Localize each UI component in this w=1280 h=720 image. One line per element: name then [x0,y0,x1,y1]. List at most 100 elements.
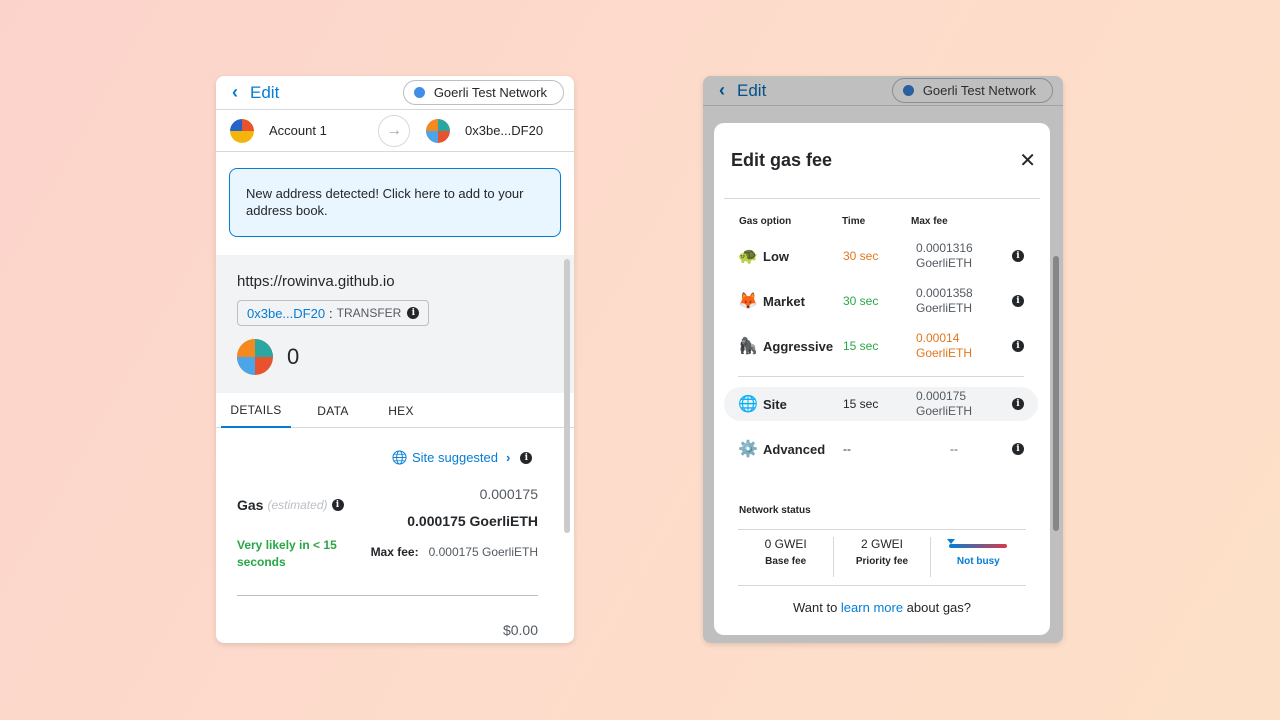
option-name: Advanced [763,441,826,457]
details-tabs: DETAILS DATA HEX [216,393,574,428]
globe-icon: 🌐 [738,396,758,413]
busy-pointer-icon [947,539,956,544]
fox-icon: 🦊 [738,293,758,310]
recipient-account[interactable]: 0x3be...DF20 [426,118,544,143]
learn-more-link[interactable]: learn more [841,600,903,615]
gas-title: Gas [237,497,264,513]
tab-data[interactable]: DATA [291,393,375,428]
gas-label: Gas (estimated) i [237,497,344,513]
scrollbar [1053,256,1059,531]
option-time: 30 sec [843,249,879,263]
info-icon[interactable]: i [1012,443,1024,455]
total-fiat: $0.00 [502,622,538,638]
banner-text: New address detected! Click here to add … [246,186,524,218]
info-icon[interactable]: i [1012,295,1024,307]
globe-icon [392,450,407,465]
tab-hex[interactable]: HEX [375,393,427,428]
turtle-icon: 🐢 [738,248,758,265]
info-icon[interactable]: i [1012,250,1024,262]
chevron-left-icon: ‹ [232,82,238,102]
tab-details[interactable]: DETAILS [221,393,291,428]
option-fee: -- [950,441,958,456]
divider [237,595,538,596]
gas-option-aggressive[interactable]: 🦍 Aggressive 15 sec 0.00014 GoerliETH i [724,329,1038,363]
token-identicon-icon [237,339,273,375]
method-address-link[interactable]: 0x3be...DF20 [247,306,325,321]
gas-estimated: (estimated) [267,498,328,512]
divider [724,198,1040,199]
option-fee: 0.0001316 GoerliETH [916,241,973,270]
busy-label: Not busy [956,556,1000,567]
gas-value-bold: 0.000175 GoerliETH [407,513,538,529]
edit-label: Edit [250,82,280,102]
gorilla-icon: 🦍 [738,338,758,355]
gas-option-market[interactable]: 🦊 Market 30 sec 0.0001358 GoerliETH i [724,284,1038,318]
sender-account[interactable]: Account 1 [230,118,327,143]
divider [738,585,1026,586]
option-fee: 0.0001358 GoerliETH [916,286,973,315]
option-time: -- [843,442,851,456]
chevron-right-icon: › [506,450,511,465]
gas-option-advanced[interactable]: ⚙️ Advanced -- -- i [724,432,1038,466]
max-fee: Max fee: 0.000175 GoerliETH [371,545,538,559]
sender-recipient-row: Account 1 → 0x3be...DF20 [216,110,574,152]
busy-gradient-bar [947,539,1008,548]
recipient-identicon-icon [426,118,450,143]
gas-value: 0.000175 [479,486,538,502]
info-icon[interactable]: i [1012,340,1024,352]
close-icon[interactable]: ✕ [1019,148,1036,173]
priority-fee-value: 2 GWEI [860,537,903,551]
base-fee-value: 0 GWEI [764,537,807,551]
option-name: Market [763,293,805,309]
column-gas-option: Gas option [739,216,792,227]
edit-back-button[interactable]: ‹ Edit [719,80,766,101]
arrow-right-icon: → [378,115,410,147]
recipient-address: 0x3be...DF20 [465,123,544,138]
info-icon[interactable]: i [331,499,344,511]
header-dimmed: ‹ Edit Goerli Test Network [703,76,1063,106]
gear-icon: ⚙️ [738,441,758,458]
priority-fee-label: Priority fee [855,556,909,567]
method-badge: 0x3be...DF20 : TRANSFER i [237,300,430,326]
info-icon[interactable]: i [1012,398,1024,410]
busy-indicator: Not busy [931,537,1026,577]
max-fee-value: 0.000175 GoerliETH [428,545,538,559]
gas-option-site[interactable]: 🌐 Site 15 sec 0.000175 GoerliETH i [724,387,1038,421]
option-fee: 0.000175 GoerliETH [916,389,973,418]
info-icon[interactable]: i [407,307,420,319]
option-name: Site [763,396,787,412]
edit-label: Edit [737,80,767,100]
network-name: Goerli Test Network [922,83,1036,98]
method-separator: : [329,305,333,321]
option-time: 30 sec [843,294,879,308]
gas-likely-text: Very likely in < 15 seconds [237,538,337,569]
option-name: Low [763,248,789,264]
new-address-banner[interactable]: New address detected! Click here to add … [229,168,561,237]
network-selector[interactable]: Goerli Test Network [891,78,1053,103]
gas-option-low[interactable]: 🐢 Low 30 sec 0.0001316 GoerliETH i [724,239,1038,273]
site-suggested-button[interactable]: Site suggested › i [392,450,533,465]
edit-gas-fee-modal: Edit gas fee ✕ Gas option Time Max fee 🐢… [714,123,1050,635]
learn-more-text: Want to learn more about gas? [792,600,972,615]
max-fee-label: Max fee: [370,545,419,559]
transaction-summary: https://rowinva.github.io 0x3be...DF20 :… [216,255,574,393]
divider [738,529,1026,530]
divider [738,376,1024,377]
account-identicon-icon [230,118,254,143]
network-dot-icon [902,85,914,96]
info-icon[interactable]: i [520,451,533,464]
scrollbar[interactable] [564,259,570,533]
network-dot-icon [413,87,425,98]
option-time: 15 sec [843,397,879,411]
edit-gas-panel: ‹ Edit Goerli Test Network Edit gas fee … [703,76,1063,643]
method-name: TRANSFER [336,306,402,320]
option-time: 15 sec [843,339,879,353]
modal-title: Edit gas fee [731,150,833,170]
amount-value: 0 [287,344,300,369]
network-name: Goerli Test Network [433,85,547,100]
option-name: Aggressive [763,338,834,354]
priority-fee: 2 GWEI Priority fee [833,537,931,577]
column-time: Time [842,216,866,227]
edit-back-button[interactable]: ‹ Edit [232,82,279,103]
network-selector[interactable]: Goerli Test Network [402,80,564,105]
